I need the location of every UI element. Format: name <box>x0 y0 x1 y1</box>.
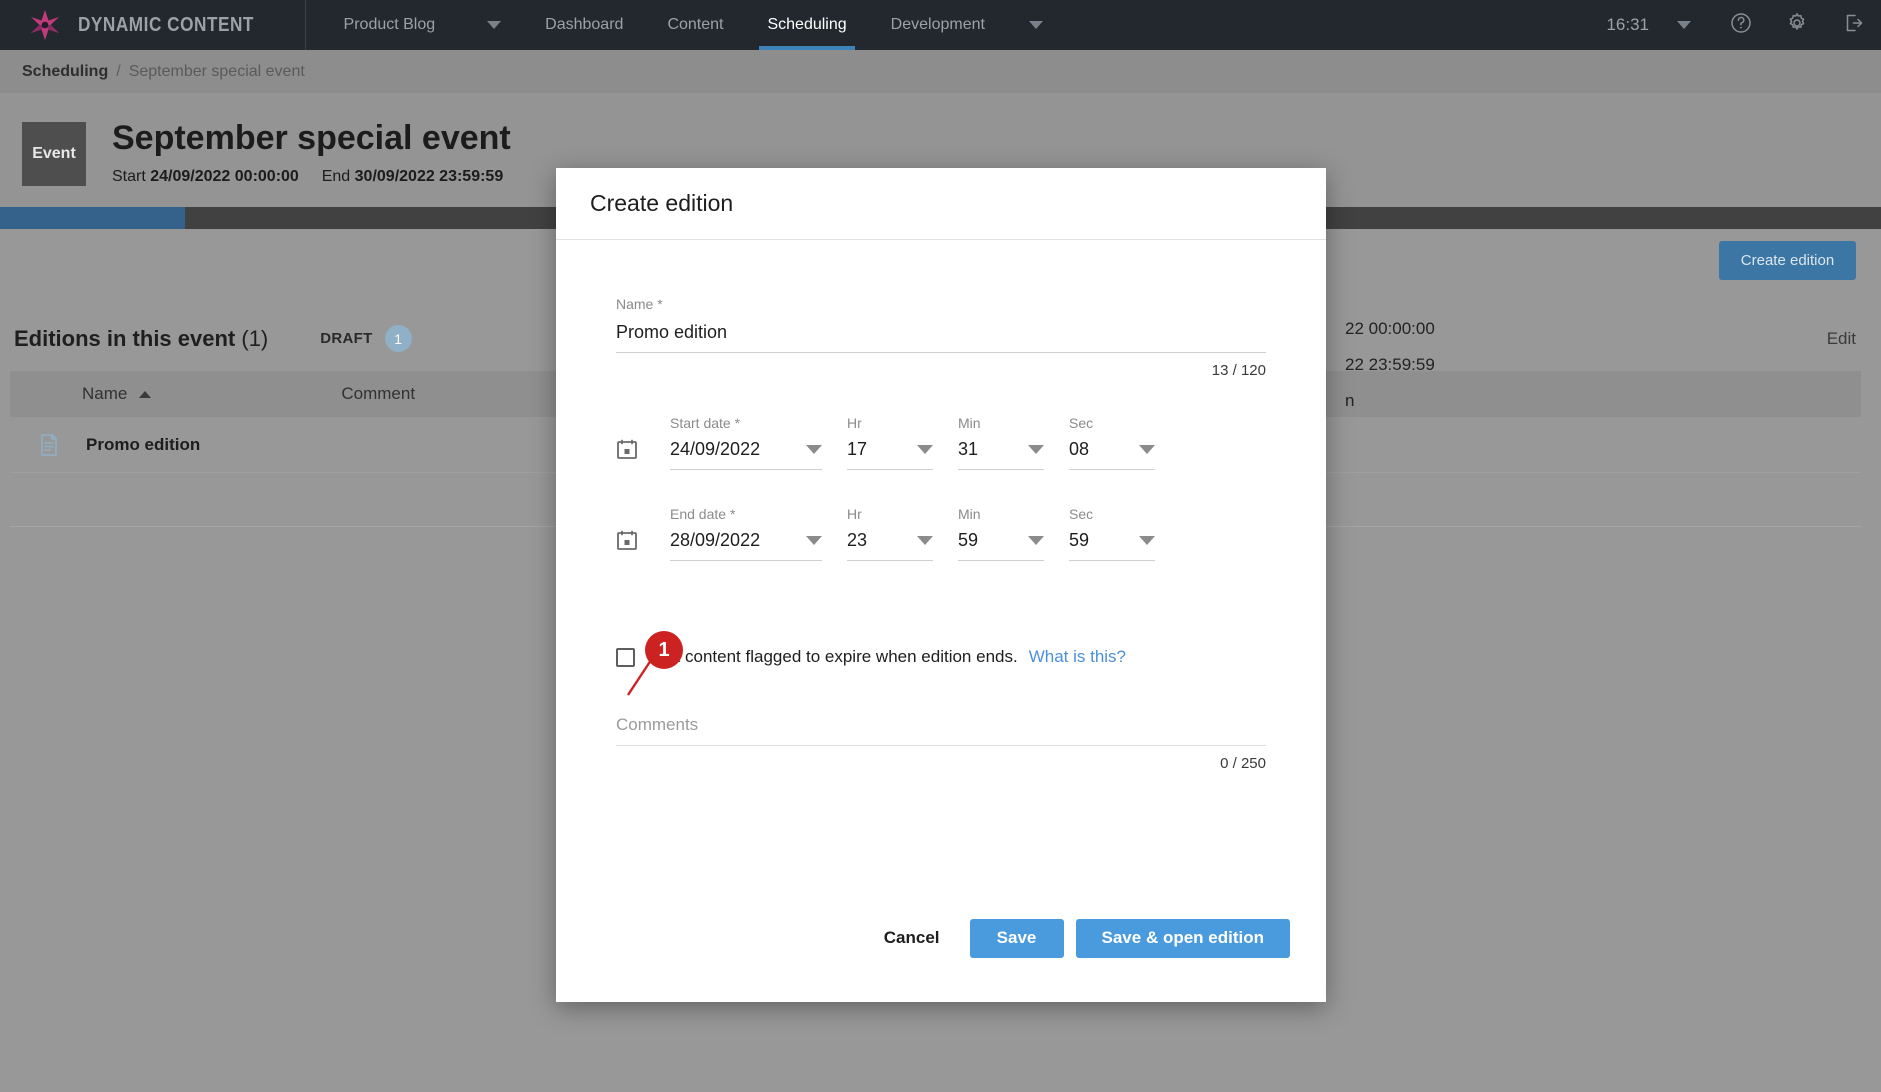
chevron-down-icon <box>1139 445 1155 454</box>
start-hour-select[interactable]: 17 <box>847 439 933 470</box>
end-date-field: End date * 28/09/2022 <box>670 506 822 561</box>
name-input[interactable]: Promo edition <box>616 322 1266 353</box>
annotation-badge-1: 1 <box>645 631 683 669</box>
start-hour-value: 17 <box>847 439 868 459</box>
chevron-down-icon <box>1028 445 1044 454</box>
start-hour-field: Hr 17 <box>847 415 933 470</box>
chevron-down-icon <box>806 536 822 545</box>
calendar-icon[interactable] <box>616 438 638 460</box>
name-field-group: Name * Promo edition 13 / 120 <box>616 296 1266 379</box>
end-datetime-row: End date * 28/09/2022 Hr 23 Min 59 Sec 5… <box>616 506 1266 561</box>
comments-field-group: Comments 0 / 250 <box>616 715 1266 772</box>
start-date-label: Start date * <box>670 415 741 431</box>
comments-character-counter: 0 / 250 <box>1220 755 1266 772</box>
what-is-this-link[interactable]: What is this? <box>1029 647 1126 667</box>
start-second-value: 08 <box>1069 439 1090 459</box>
chevron-down-icon <box>1139 536 1155 545</box>
end-minute-label: Min <box>958 506 981 522</box>
save-and-open-edition-button[interactable]: Save & open edition <box>1075 918 1290 958</box>
start-second-field: Sec 08 <box>1069 415 1155 470</box>
end-hour-select[interactable]: 23 <box>847 530 933 561</box>
end-minute-value: 59 <box>958 530 979 550</box>
start-hour-label: Hr <box>847 415 862 431</box>
start-minute-field: Min 31 <box>958 415 1044 470</box>
end-minute-field: Min 59 <box>958 506 1044 561</box>
end-second-select[interactable]: 59 <box>1069 530 1155 561</box>
save-button[interactable]: Save <box>969 918 1064 958</box>
dialog-body: Name * Promo edition 13 / 120 Start date… <box>556 296 1326 772</box>
dialog-header: Create edition <box>556 168 1326 240</box>
start-minute-select[interactable]: 31 <box>958 439 1044 470</box>
start-date-select[interactable]: 24/09/2022 <box>670 439 822 470</box>
start-datetime-row: Start date * 24/09/2022 Hr 17 Min 31 Sec… <box>616 415 1266 470</box>
dialog-title: Create edition <box>590 190 734 216</box>
name-field-label: Name * <box>616 296 663 312</box>
start-second-select[interactable]: 08 <box>1069 439 1155 470</box>
end-minute-select[interactable]: 59 <box>958 530 1044 561</box>
end-date-label: End date * <box>670 506 736 522</box>
start-minute-label: Min <box>958 415 981 431</box>
end-date-value: 28/09/2022 <box>670 530 761 550</box>
end-hour-value: 23 <box>847 530 868 550</box>
create-edition-dialog: Create edition Name * Promo edition 13 /… <box>556 168 1326 1002</box>
start-date-field: Start date * 24/09/2022 <box>670 415 822 470</box>
end-second-field: Sec 59 <box>1069 506 1155 561</box>
end-hour-field: Hr 23 <box>847 506 933 561</box>
expire-checkbox-label: Slot content flagged to expire when edit… <box>651 647 1018 666</box>
calendar-icon[interactable] <box>616 529 638 551</box>
chevron-down-icon <box>917 445 933 454</box>
start-minute-value: 31 <box>958 439 979 459</box>
name-character-counter: 13 / 120 <box>1211 362 1266 379</box>
end-second-label: Sec <box>1069 506 1094 522</box>
expire-checkbox[interactable] <box>616 647 635 667</box>
comments-input[interactable]: Comments <box>616 715 1266 746</box>
dialog-footer: Cancel Save Save & open edition <box>556 918 1326 958</box>
cancel-button[interactable]: Cancel <box>866 918 958 958</box>
chevron-down-icon <box>917 536 933 545</box>
expire-checkbox-row: Slot content flagged to expire when edit… <box>616 647 1266 667</box>
chevron-down-icon <box>806 445 822 454</box>
end-second-value: 59 <box>1069 530 1090 550</box>
chevron-down-icon <box>1028 536 1044 545</box>
end-date-select[interactable]: 28/09/2022 <box>670 530 822 561</box>
start-date-value: 24/09/2022 <box>670 439 761 459</box>
end-hour-label: Hr <box>847 506 862 522</box>
start-second-label: Sec <box>1069 415 1094 431</box>
